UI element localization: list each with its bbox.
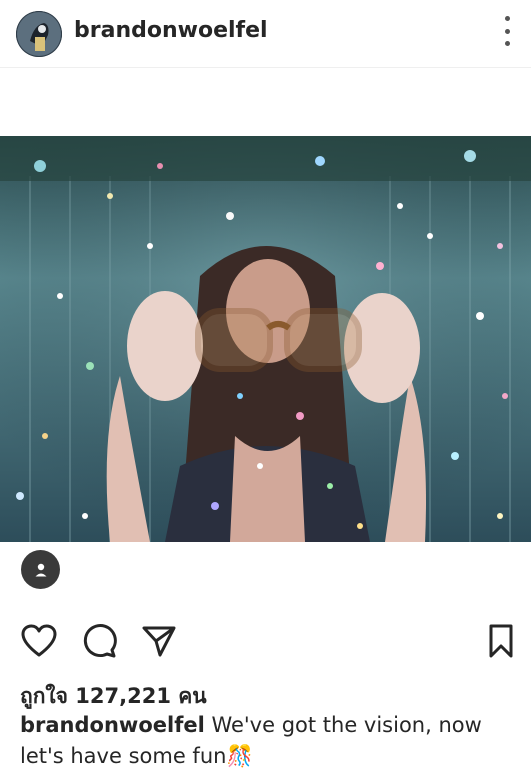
- send-icon[interactable]: [138, 620, 180, 662]
- action-bar: [0, 620, 531, 668]
- post-photo[interactable]: [0, 136, 531, 542]
- person-tag-icon[interactable]: [21, 550, 60, 589]
- person-glyph: [35, 563, 46, 576]
- post-header: brandonwoelfel: [0, 0, 531, 68]
- comment-icon[interactable]: [78, 620, 120, 662]
- caption-username[interactable]: brandonwoelfel: [20, 713, 205, 737]
- heart-icon[interactable]: [18, 620, 60, 662]
- photo-image: [0, 136, 531, 542]
- avatar[interactable]: [16, 11, 62, 57]
- bookmark-icon[interactable]: [480, 620, 522, 662]
- post-caption: brandonwoelfel We've got the vision, now…: [20, 710, 520, 772]
- avatar-image: [16, 11, 62, 57]
- confetti-emoji: 🎊: [226, 744, 253, 768]
- post-username[interactable]: brandonwoelfel: [74, 18, 268, 43]
- likes-count[interactable]: ถูกใจ 127,221 คน: [20, 680, 207, 713]
- more-vertical-icon[interactable]: [501, 16, 513, 46]
